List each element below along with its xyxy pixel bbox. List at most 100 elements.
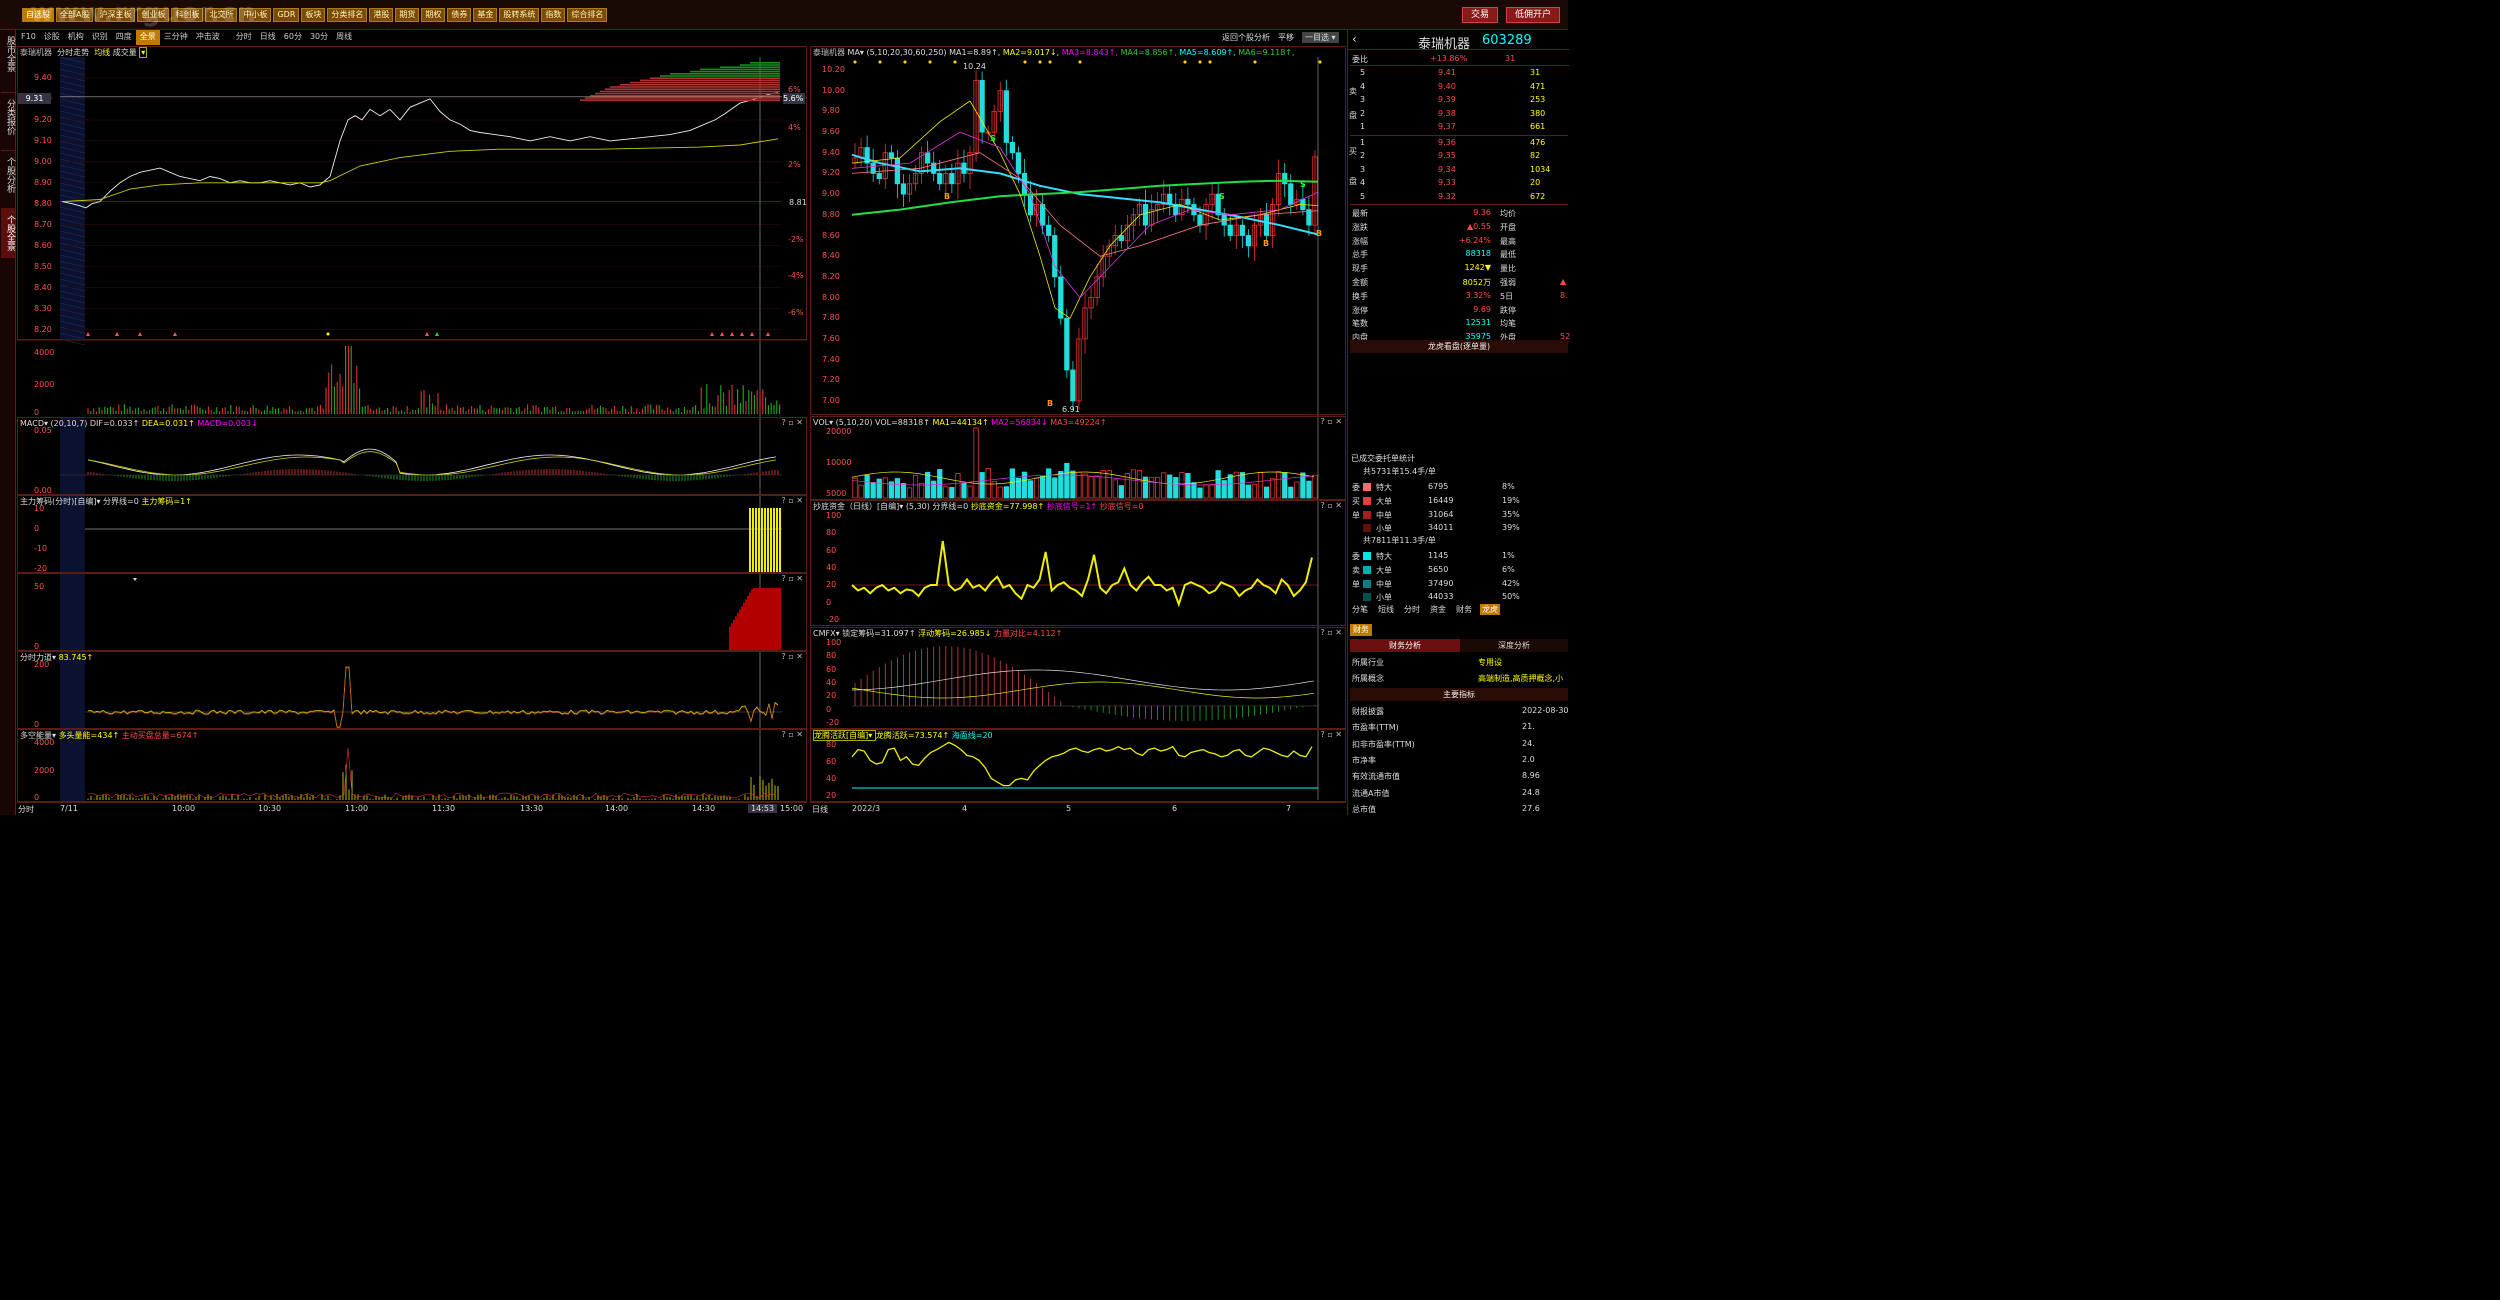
time-tick: 7/11: [60, 804, 78, 813]
indicator-value: 主动买盘总量=674↑: [121, 731, 199, 740]
indicator-params: (5,30): [905, 502, 933, 511]
order-stat-title: 已成交委托单统计: [1351, 454, 1415, 463]
right-indicator-panel: VOL▾ (5,10,20) VOL=88318↑ MA1=44134↑ MA2…: [810, 416, 1346, 500]
indicator-name[interactable]: CMFX▾: [813, 629, 842, 638]
buy-level-row[interactable]: 5 9.32 672: [1350, 190, 1569, 204]
indicator-tick: 10000: [826, 458, 852, 467]
indicator-tick: 0.05: [34, 426, 52, 435]
quote-stat-row: 涨幅 +6.24% 最高: [1352, 235, 1516, 246]
indicator-value: 海面线=20: [951, 731, 993, 740]
indicator-tick: 5000: [826, 489, 847, 498]
indicator-params: (20,10,7): [50, 419, 90, 428]
finance-row: 所属行业 专用设: [1352, 658, 1502, 667]
indicator-value: MA1=44134↑: [932, 418, 992, 427]
indicator-name[interactable]: VOL▾: [813, 418, 836, 427]
sell-level-row[interactable]: 5 9.41 31: [1350, 66, 1569, 80]
order-row: 委特大 1145 1%: [1352, 551, 1515, 561]
quote-header: ‹ 泰瑞机器 603289: [1348, 30, 1569, 52]
quote-stat-row: 涨跌 ▲0.55 开盘: [1352, 221, 1516, 232]
indicator-value: 多头量能=434↑: [58, 731, 122, 740]
order-row: 买大单 16449 19%: [1352, 495, 1520, 506]
indicator-value: 分界线=0: [932, 502, 971, 511]
quote-tab[interactable]: 分时: [1402, 604, 1422, 615]
indicator-tick: -20: [826, 615, 840, 624]
indicator-value: 力量对比=4.112↑: [994, 629, 1063, 638]
indicator-value: MACD=0.003↓: [197, 419, 258, 428]
indicator-panel: 分时力道▾ 83.745↑ ? ▫ ✕: [17, 651, 807, 729]
daily-button[interactable]: 平移: [1278, 32, 1294, 43]
panel-controls[interactable]: ? ▫ ✕: [782, 574, 803, 583]
main-indicator-title: 主要指标: [1350, 688, 1568, 701]
indicator-name[interactable]: 抄底资金（日线）[自编]▾: [813, 502, 906, 511]
indicator-tick: 40: [826, 678, 837, 687]
sell-level-row[interactable]: 3 9.39 253: [1350, 93, 1569, 107]
order-total: 共5731单15.4手/单: [1363, 467, 1436, 476]
indicator-tick: 0: [34, 524, 40, 533]
indicator-tick: 40: [826, 774, 837, 783]
daily-button[interactable]: 返回个股分析: [1222, 32, 1270, 43]
indicator-title: CMFX▾ 锁定筹码=31.097↑ 浮动筹码=26.985↓ 力量对比=4.1…: [813, 629, 1062, 639]
indicator-tick: 2000: [34, 765, 55, 775]
sell-level-row[interactable]: 2 9.38 380: [1350, 107, 1569, 121]
right-indicator-panel: 抄底资金（日线）[自编]▾ (5,30) 分界线=0 抄底资金=77.998↑ …: [810, 500, 1346, 626]
sell-level-row[interactable]: 4 9.40 471: [1350, 80, 1569, 94]
daily-low-label: 6.91: [1062, 405, 1080, 414]
ma-value: MA4=8.856↑,: [1120, 48, 1180, 57]
panel-controls[interactable]: ? ▫ ✕: [782, 652, 803, 661]
indicator-value: VOL=88318↑: [874, 418, 933, 427]
indicator-title: 分时力道▾ 83.745↑: [20, 653, 93, 663]
buy-level-row[interactable]: 1 9.36 476: [1350, 136, 1569, 150]
quote-tab[interactable]: 短线: [1376, 604, 1396, 615]
indicator-tick: 4000: [34, 738, 55, 747]
panel-controls[interactable]: ? ▫ ✕: [782, 418, 803, 427]
quote-tab[interactable]: 资金: [1428, 604, 1448, 615]
panel-controls[interactable]: ? ▫ ✕: [1321, 501, 1342, 510]
time-tick: 14:00: [605, 804, 629, 813]
finance-analysis-tab[interactable]: 财务分析: [1350, 639, 1460, 652]
buy-level-row[interactable]: 2 9.35 82: [1350, 149, 1569, 163]
indicator-name[interactable]: 主力筹码(分时)[自编]▾: [20, 497, 103, 506]
panel-controls[interactable]: ? ▫ ✕: [782, 730, 803, 739]
indicator-value: 分界线=0: [103, 497, 142, 506]
time-tick[interactable]: 分时: [18, 804, 34, 815]
time-tick: 11:30: [432, 804, 456, 813]
indicator-name[interactable]: 龙腾活跃[自编]▾: [813, 730, 876, 741]
panel-controls[interactable]: ? ▫ ✕: [1321, 628, 1342, 637]
daily-button[interactable]: 一目选 ▾: [1302, 32, 1339, 43]
daily-price-tick: 9.60: [822, 127, 840, 137]
signal-marker: B: [1316, 229, 1323, 238]
quote-stat-row: 总手 88318 最低: [1352, 249, 1516, 260]
quote-stock-name: 泰瑞机器: [1418, 37, 1471, 52]
indicator-tick: 40: [826, 563, 837, 572]
time-tick: 15:00: [780, 804, 804, 813]
quote-tab[interactable]: 龙虎: [1480, 604, 1500, 615]
buy-level-row[interactable]: 4 9.33 20: [1350, 176, 1569, 190]
indicator-tick: 20: [826, 691, 837, 701]
quote-tab[interactable]: 财务: [1454, 604, 1474, 615]
indicator-tick: 60: [826, 545, 837, 555]
time-tick: 13:30: [520, 804, 544, 813]
prev-close-label: 8.81: [789, 198, 807, 207]
indicator-value: MA3=49224↑: [1050, 418, 1107, 427]
daily-price-tick: 8.40: [822, 251, 840, 261]
sell-level-row[interactable]: 1 9.37 661: [1350, 120, 1569, 134]
indicator-tick: 0: [34, 642, 40, 651]
date-axis-line: [810, 802, 1346, 815]
back-icon[interactable]: ‹: [1352, 32, 1357, 46]
indicator-tick: -20: [34, 564, 48, 573]
signal-marker: S: [990, 134, 996, 143]
ma-selector[interactable]: MA▾: [848, 48, 867, 57]
deep-analysis-tab[interactable]: 深度分析: [1460, 639, 1568, 652]
daily-right-buttons: 返回个股分析 平移 一目选 ▾: [1222, 32, 1339, 43]
finance-tab[interactable]: 财务: [1350, 624, 1372, 636]
daily-price-tick: 7.00: [822, 396, 840, 405]
daily-title: 泰瑞机器 MA▾ (5,10,20,30,60,250) MA1=8.89↑, …: [813, 48, 1295, 58]
indicator-tick: 100: [826, 638, 842, 647]
buy-level-row[interactable]: 3 9.34 1034: [1350, 163, 1569, 177]
quote-tab[interactable]: 分笔: [1350, 604, 1370, 615]
time-tick: 14:53: [748, 804, 778, 813]
panel-controls[interactable]: ? ▫ ✕: [1321, 417, 1342, 426]
panel-controls[interactable]: ? ▫ ✕: [1321, 730, 1342, 739]
panel-controls[interactable]: ? ▫ ✕: [782, 496, 803, 505]
signal-marker: B: [1047, 399, 1054, 408]
